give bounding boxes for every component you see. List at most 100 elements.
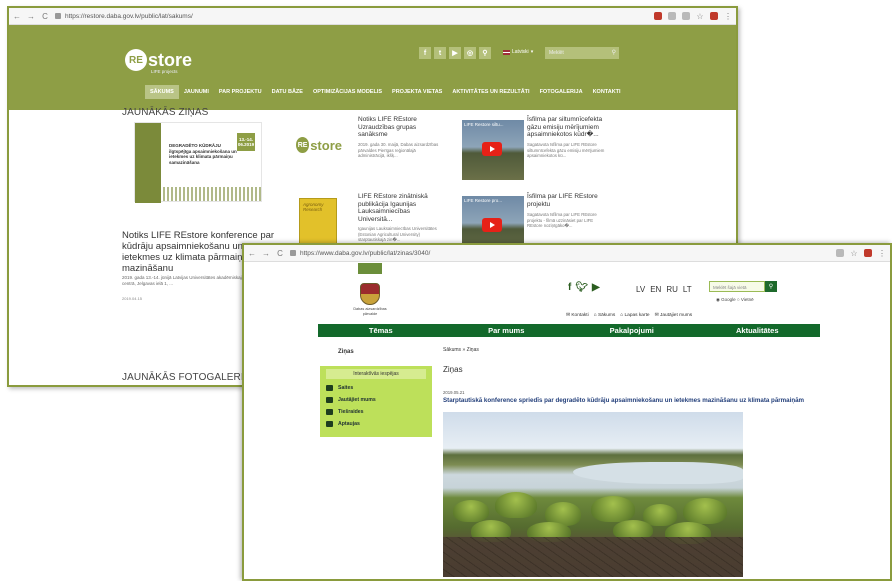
- menu-item-temas[interactable]: Tēmas: [318, 324, 444, 337]
- menu-item-jaunumi[interactable]: JAUNUMI: [179, 85, 214, 99]
- panel-item-aptaujas[interactable]: Aptaujas: [320, 419, 432, 429]
- home-link[interactable]: ⌂ Sākums: [594, 313, 616, 318]
- url-text: https://www.daba.gov.lv/public/lat/zinas…: [300, 249, 431, 257]
- extension-icon[interactable]: [836, 249, 844, 257]
- search-input[interactable]: Meklēt šajā vietā: [709, 281, 765, 292]
- chevron-down-icon: ▾: [530, 49, 534, 55]
- lang-ru[interactable]: RU: [666, 285, 678, 294]
- lang-lt[interactable]: LT: [683, 285, 692, 294]
- news-summary: Sagatavota īsfilma par LIFE REstore silt…: [527, 142, 605, 158]
- reload-icon[interactable]: C: [276, 249, 284, 258]
- back-arrow-icon[interactable]: ←: [13, 12, 21, 21]
- panel-item-tiesraides[interactable]: Tiešraides: [320, 407, 432, 417]
- menu-icon[interactable]: ⋮: [724, 12, 732, 21]
- main-menu: Tēmas Par mums Pakalpojumi Aktualitātes: [318, 324, 820, 337]
- menu-item-par-mums[interactable]: Par mums: [444, 324, 570, 337]
- panel-item-saites[interactable]: Saites: [320, 383, 432, 393]
- back-arrow-icon[interactable]: ←: [248, 249, 256, 258]
- browser-toolbar: ← → C https://www.daba.gov.lv/public/lat…: [244, 245, 890, 262]
- video-thumbnail[interactable]: LIFE Restore siltu...: [462, 120, 524, 180]
- gallery-section-title: JAUNĀKĀS FOTOGALERIJA: [122, 372, 256, 383]
- bookmark-star-icon[interactable]: ☆: [696, 12, 704, 21]
- reload-icon[interactable]: C: [41, 12, 49, 21]
- social-links: f 🐦︎ ▶: [568, 282, 600, 293]
- extension-icon[interactable]: [710, 12, 718, 20]
- lock-icon: [55, 13, 61, 19]
- news-title-link[interactable]: Īsfilma par LIFE REstore projektu: [527, 193, 615, 208]
- feature-poster-image[interactable]: DEGRADĒTO KŪDRĀJU ilgtspējīga apsaimniek…: [134, 122, 263, 203]
- extension-icon[interactable]: [864, 249, 872, 257]
- feature-date: 2019.04.15: [122, 296, 143, 301]
- menu-item-kontakti[interactable]: KONTAKTI: [588, 85, 626, 99]
- bookmark-star-icon[interactable]: ☆: [850, 249, 858, 258]
- sidebar-title[interactable]: Ziņas: [338, 349, 354, 355]
- language-selector[interactable]: Latviski ▾: [503, 49, 533, 55]
- extension-icon[interactable]: [668, 12, 676, 20]
- menu-icon[interactable]: ⋮: [878, 249, 886, 258]
- menu-item-aktivitates[interactable]: AKTIVITĀTES UN REZULTĀTI: [447, 85, 534, 99]
- news-title-link[interactable]: Notiks LIFE REstore Uzraudzības grupas s…: [358, 116, 446, 139]
- news-summary: 2019. gada 30. maijā, Dabas aizsardzības…: [358, 142, 439, 158]
- utility-links: ✉ Kontakti ⌂ Sākums ⌂ Lapas karte ✉ Jaut…: [566, 313, 692, 318]
- search-button[interactable]: ⚲: [765, 281, 777, 292]
- site-header: RE store LIFE projects f t ▶ ◎ ⚲ Latvisk…: [9, 25, 736, 110]
- menu-item-optimizacijas-modelis[interactable]: OPTIMIZĀCIJAS MODELIS: [308, 85, 387, 99]
- menu-item-aktualitates[interactable]: Aktualitātes: [695, 324, 821, 337]
- sitemap-link[interactable]: ⌂ Lapas karte: [620, 313, 649, 318]
- play-button-icon[interactable]: [482, 218, 502, 232]
- mail-icon: [326, 397, 333, 403]
- section-title: JAUNĀKĀS ZIŅAS: [122, 107, 209, 118]
- url-text: https://restore.daba.gov.lv/public/lat/s…: [65, 12, 193, 20]
- play-button-icon[interactable]: [482, 142, 502, 156]
- menu-item-sakums[interactable]: SĀKUMS: [145, 85, 179, 99]
- lang-en[interactable]: EN: [650, 285, 661, 294]
- daba-logo[interactable]: Dabas aizsardzības pārvalde: [348, 283, 392, 316]
- menu-item-projekta-vietas[interactable]: PROJEKTA VIETAS: [387, 85, 447, 99]
- facebook-icon[interactable]: f: [568, 282, 571, 293]
- restore-logo[interactable]: RE store LIFE projects: [125, 49, 192, 74]
- address-bar[interactable]: https://www.daba.gov.lv/public/lat/zinas…: [290, 250, 830, 257]
- menu-item-fotogalerija[interactable]: FOTOGALERIJA: [535, 85, 588, 99]
- instagram-icon[interactable]: ◎: [464, 47, 476, 59]
- news-thumbnail[interactable]: RE store: [296, 122, 342, 168]
- search-input[interactable]: Meklēt ⚲: [545, 47, 619, 59]
- menu-item-par-projektu[interactable]: PAR PROJEKTU: [214, 85, 267, 99]
- facebook-icon[interactable]: f: [419, 47, 431, 59]
- ask-us-link[interactable]: ✉ Jautājiet mums: [655, 313, 693, 318]
- search-icon[interactable]: ⚲: [612, 49, 616, 56]
- broadcast-icon: [326, 409, 333, 415]
- lock-icon: [290, 250, 296, 256]
- news-title-link[interactable]: Īsfilma par siltumnīcefekta gāzu emisiju…: [527, 116, 615, 139]
- youtube-icon[interactable]: ▶: [449, 47, 461, 59]
- breadcrumb[interactable]: Sākums » Ziņas: [443, 347, 479, 353]
- main-menu: SĀKUMS JAUNUMI PAR PROJEKTU DATU BĀZE OP…: [145, 85, 626, 99]
- article-title[interactable]: Starptautiskā konference spriedīs par de…: [443, 397, 804, 404]
- panel-item-jautajiet-mums[interactable]: Jautājiet mums: [320, 395, 432, 405]
- article-date: 2019.05.21: [443, 390, 465, 395]
- forward-arrow-icon[interactable]: →: [27, 12, 35, 21]
- news-title-link[interactable]: LIFE REstore zinātniskā publikācija Igau…: [358, 193, 446, 223]
- search-engine-options[interactable]: ◉ Google ○ Vietnē: [716, 297, 754, 303]
- language-links: LV EN RU LT: [636, 285, 692, 294]
- contacts-link[interactable]: ✉ Kontakti: [566, 313, 589, 318]
- bar-chart-icon: [326, 421, 333, 427]
- peatland-photo: [443, 412, 743, 577]
- extension-icon[interactable]: [682, 12, 690, 20]
- extension-icon[interactable]: [654, 12, 662, 20]
- menu-item-pakalpojumi[interactable]: Pakalpojumi: [569, 324, 695, 337]
- forward-arrow-icon[interactable]: →: [262, 249, 270, 258]
- menu-item-datu-baze[interactable]: DATU BĀZE: [267, 85, 308, 99]
- search-icon: ⚲: [768, 284, 774, 290]
- coat-of-arms-icon: [360, 283, 380, 305]
- feature-summary: 2019. gada 13.-14. jūnijā Latvijas Unive…: [122, 275, 245, 286]
- address-bar[interactable]: https://restore.daba.gov.lv/public/lat/s…: [55, 13, 648, 20]
- rss-icon[interactable]: ⚲: [479, 47, 491, 59]
- browser-toolbar: ← → C https://restore.daba.gov.lv/public…: [9, 8, 736, 25]
- twitter-icon[interactable]: 🐦︎: [575, 282, 588, 293]
- twitter-icon[interactable]: t: [434, 47, 446, 59]
- social-links: f t ▶ ◎ ⚲: [419, 47, 491, 59]
- header-accent-bar: [358, 263, 382, 274]
- lang-lv[interactable]: LV: [636, 285, 645, 294]
- news-summary: Igaunijas Lauksaimniecības Universitātes…: [358, 226, 437, 242]
- youtube-icon[interactable]: ▶: [592, 282, 600, 293]
